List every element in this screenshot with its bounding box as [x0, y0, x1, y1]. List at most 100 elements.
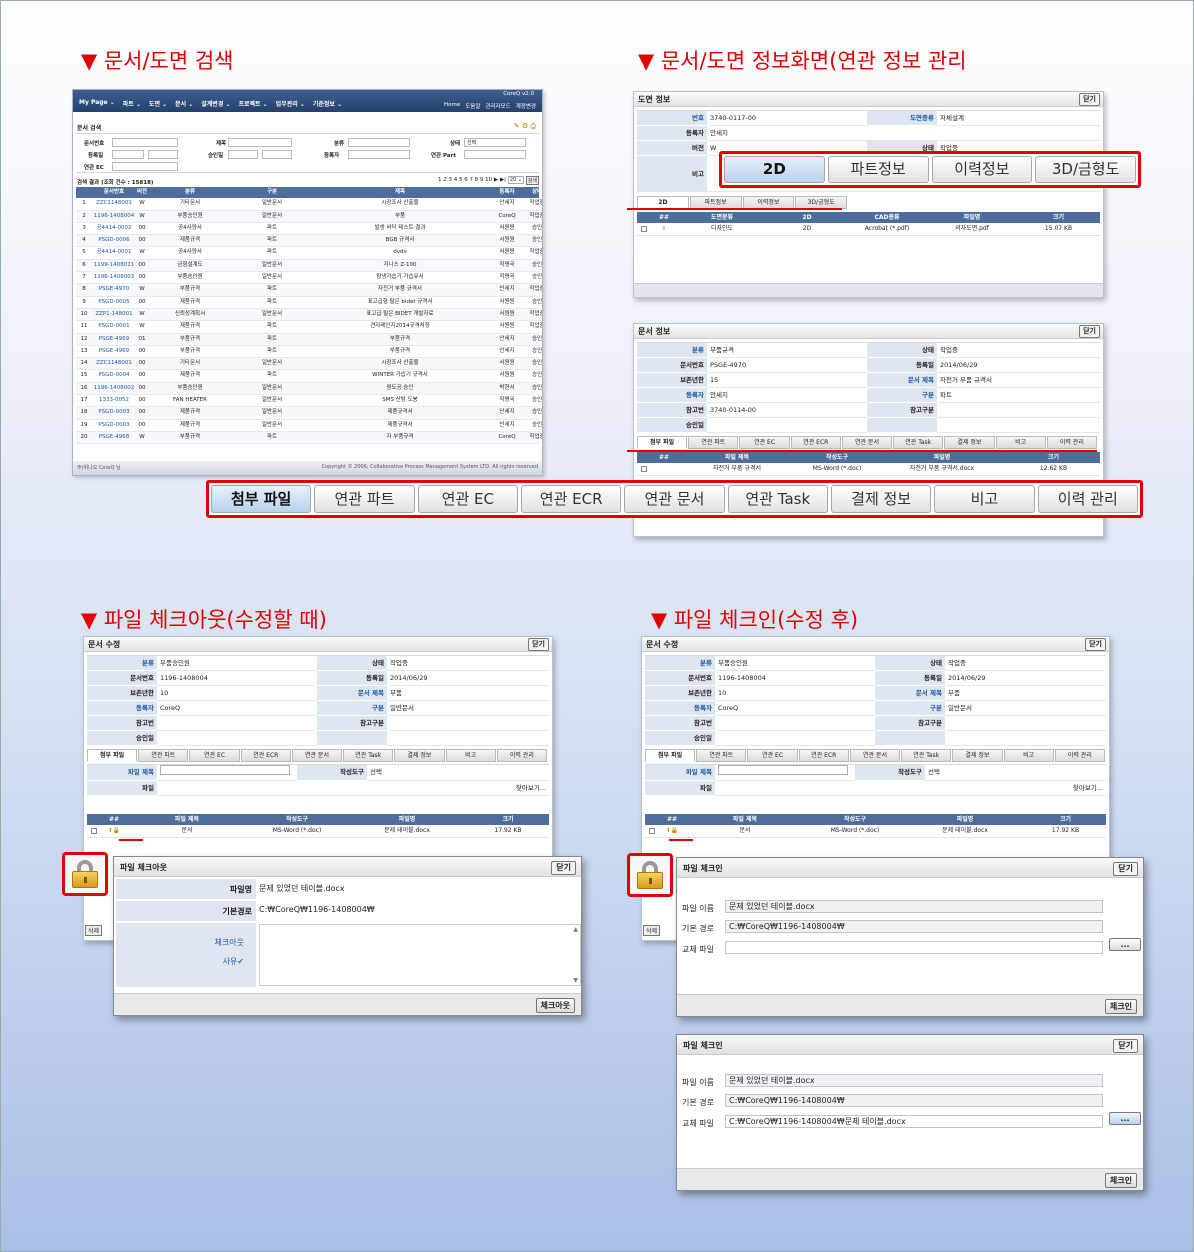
tab-4[interactable]: 연관 문서: [849, 749, 901, 762]
table-row[interactable]: 9 PSGD-0005 00 제품규격 파트 표고급형 탈은 bidet 규격서 서원원 승인…: [76, 297, 542, 309]
tab-6[interactable]: 결제 정보: [944, 436, 995, 449]
table-row[interactable]: 12PSGE-496901부품규격파트부품규격안세지승인2014/07/27: [76, 333, 542, 346]
filter-register-input[interactable]: [348, 150, 410, 159]
doc-number-link[interactable]: 공4414-0001: [92, 247, 136, 258]
doc-number-link[interactable]: PSGD-0004: [92, 370, 136, 381]
tab-7[interactable]: 비고: [1003, 749, 1054, 762]
edit-close-button[interactable]: 닫기: [1085, 638, 1106, 651]
search-button[interactable]: 검색: [525, 176, 539, 185]
doc-number-link[interactable]: PSGD-0006: [92, 235, 136, 246]
drawing-close-button[interactable]: 닫기: [1079, 93, 1100, 106]
delete-button[interactable]: 삭제: [85, 925, 103, 936]
tab-5[interactable]: 연관 Task: [893, 436, 944, 449]
filter-docno-input[interactable]: [112, 138, 178, 147]
highlight-tab[interactable]: 이력정보: [931, 156, 1033, 183]
table-row[interactable]: 61199-140801100금형설계도일반문서지니스 Z-100작명국승인20…: [76, 259, 542, 273]
tab-6[interactable]: 결제 정보: [394, 749, 445, 762]
highlight-tab[interactable]: 2D: [724, 156, 825, 183]
tab-3[interactable]: 연관 ECR: [798, 749, 849, 762]
doc-number-link[interactable]: PSGE-4968: [92, 432, 136, 443]
util-link[interactable]: 관리자모드: [485, 102, 510, 110]
table-row[interactable]: 2 1196-1408004W 부품승인원 일반문서 부품 CoreQ 작업중: [76, 210, 542, 223]
table-row[interactable]: 19PSGD-000300제품규격일반문서제품규격서안세지승인2014/07/2…: [76, 420, 542, 432]
nav-item[interactable]: 기준정보 ⌄: [313, 99, 342, 108]
doc-number-link[interactable]: 공4414-0002: [92, 223, 136, 234]
table-row[interactable]: 20 PSGE-4968W 부품규격 파트 자 부품규격 CoreQ 작업중: [76, 431, 542, 445]
tab-5[interactable]: 연관 Task: [901, 749, 952, 762]
nav-item[interactable]: 도면 ⌄: [149, 99, 167, 108]
filter-ec-input[interactable]: [112, 162, 178, 171]
table-row[interactable]: 161196-140800200부품승인원일반문서원도공 승인박현서승인2014…: [76, 382, 542, 396]
tab-2[interactable]: 연관 EC: [739, 436, 790, 449]
table-row[interactable]: 5 공4414-0001W 공4사양서 파트 dvdv 서원원 작업중: [76, 247, 542, 260]
file-title-input[interactable]: [157, 765, 297, 781]
tab-2[interactable]: 연관 EC: [747, 749, 798, 762]
table-row[interactable]: 14ZZC114800100기타문서일반문서시장조사 산출물서원원승인2014/…: [76, 358, 542, 371]
table-row[interactable]: 18PSGD-000300제품규격일반문서제품규격서안세지승인2014/07/2…: [76, 407, 542, 420]
tab-7[interactable]: 비고: [445, 749, 496, 762]
doc-number-link[interactable]: 1199-1408011: [92, 260, 136, 271]
highlight-tab[interactable]: 이력 관리: [1037, 485, 1138, 513]
tab-1[interactable]: 연관 파트: [688, 436, 739, 449]
doc-number-link[interactable]: 1333-0052: [92, 395, 136, 406]
highlight-tab[interactable]: 연관 EC: [417, 485, 518, 513]
nav-item[interactable]: 설계변경 ⌄: [201, 99, 230, 108]
checkin-close-button[interactable]: 닫기: [1113, 862, 1138, 876]
doc-number-link[interactable]: ZZP1-148001: [92, 309, 136, 320]
table-row[interactable]: 13PSGE-496900부품규격파트부품규격안세지승인2014/07/27: [76, 346, 542, 359]
doc-number-link[interactable]: PSGD-0005: [92, 297, 136, 308]
table-row[interactable]: 1 ZZC1148001W 기타문서 일반문서 시장조사 산출물 안세지 작업중: [76, 198, 542, 211]
checkin-replace-input[interactable]: [725, 941, 1103, 954]
highlight-tab[interactable]: 파트정보: [827, 156, 929, 183]
doc-number-link[interactable]: PSGE-4969: [92, 334, 136, 345]
doc-number-link[interactable]: PSGD-0003: [92, 407, 136, 418]
highlight-tab[interactable]: 첨부 파일: [211, 485, 312, 513]
browse-button[interactable]: 찾아보기...: [157, 781, 549, 796]
doc-number-link[interactable]: 1196-1408003: [92, 272, 136, 283]
page-size-select[interactable]: 20 ⌄: [507, 176, 524, 184]
doc-number-link[interactable]: ZZC1148001: [92, 198, 136, 209]
tab-2[interactable]: 연관 EC: [189, 749, 240, 762]
tab-8[interactable]: 이력 관리: [1046, 436, 1097, 449]
filter-category-input[interactable]: [348, 138, 410, 147]
file-title-input[interactable]: [715, 765, 855, 781]
checkin-browse-button[interactable]: ...: [1109, 938, 1141, 951]
tab-4[interactable]: 연관 문서: [841, 436, 893, 449]
table-row[interactable]: 10 ZZP1-148001 W 신뢰성계획서 일반문서 표고급 탈은 BIDET 개발자…: [76, 308, 542, 322]
tab-1[interactable]: 연관 파트: [138, 749, 189, 762]
highlight-tab[interactable]: 연관 ECR: [520, 485, 622, 513]
pager[interactable]: 1 2 3 4 5 6 7 8 9 10 ▶ ▶|: [438, 177, 506, 183]
checkin-button[interactable]: 체크인: [1104, 999, 1137, 1014]
filter-approve-from[interactable]: [228, 150, 258, 159]
doc-number-link[interactable]: PSGD-0001: [92, 321, 136, 332]
tab-3[interactable]: 연관 ECR: [790, 436, 841, 449]
table-row[interactable]: 11 PSGD-0001W 제품규격 파트 견자레인지2014규격처정 서원원 작업중: [76, 321, 542, 334]
checkout-close-button[interactable]: 닫기: [551, 861, 576, 875]
table-row[interactable]: 71196-140800300부품승인원일반문서탕냉가습기 가습유서작명국승인2…: [76, 272, 542, 285]
highlight-tab[interactable]: 연관 Task: [727, 485, 828, 513]
highlight-tab[interactable]: 3D/금형도: [1035, 156, 1136, 183]
tab-3[interactable]: 연관 ECR: [240, 749, 291, 762]
edit-close-button[interactable]: 닫기: [528, 638, 549, 651]
filter-status-select[interactable]: 선택: [464, 138, 526, 147]
drawing-file-row[interactable]: ⇩ 디자인도 2D Acrobat (*.pdf) 의자도면.pdf 15.07…: [637, 223, 1100, 236]
scroll-down-icon[interactable]: ▼: [573, 977, 578, 984]
doc-number-link[interactable]: PSGE-4970: [92, 284, 136, 295]
tab-7[interactable]: 비고: [995, 436, 1046, 449]
tab-6[interactable]: 결제 정보: [952, 749, 1003, 762]
checkin-close-button[interactable]: 닫기: [1113, 1039, 1138, 1053]
tool-select[interactable]: 선택: [925, 765, 1106, 781]
table-row[interactable]: 17 1333-0052 00 FAN HEATER 일반문서 SMS 산탕 도봉 작명국 승…: [76, 395, 542, 408]
field-value[interactable]: 부품: [945, 686, 1106, 701]
checkin-replace-input[interactable]: C:₩CoreQ₩1196-1408004₩문제 테이블.docx: [725, 1115, 1103, 1128]
table-row[interactable]: 4 PSGD-0006 00 제품규격 파트 BGB 규격서 서원원 승인: [76, 235, 542, 248]
tool-select[interactable]: 선택: [367, 765, 549, 781]
nav-item[interactable]: 업무관리 ⌄: [276, 99, 305, 108]
tab-0[interactable]: 첨부 파일: [87, 749, 138, 762]
nav-item[interactable]: 문서 ⌄: [175, 99, 193, 108]
tab-4[interactable]: 연관 문서: [291, 749, 343, 762]
highlight-tab[interactable]: 연관 문서: [624, 485, 725, 513]
scroll-up-icon[interactable]: ▲: [573, 926, 578, 933]
tab-1[interactable]: 연관 파트: [696, 749, 747, 762]
row-checkbox[interactable]: [87, 825, 101, 837]
